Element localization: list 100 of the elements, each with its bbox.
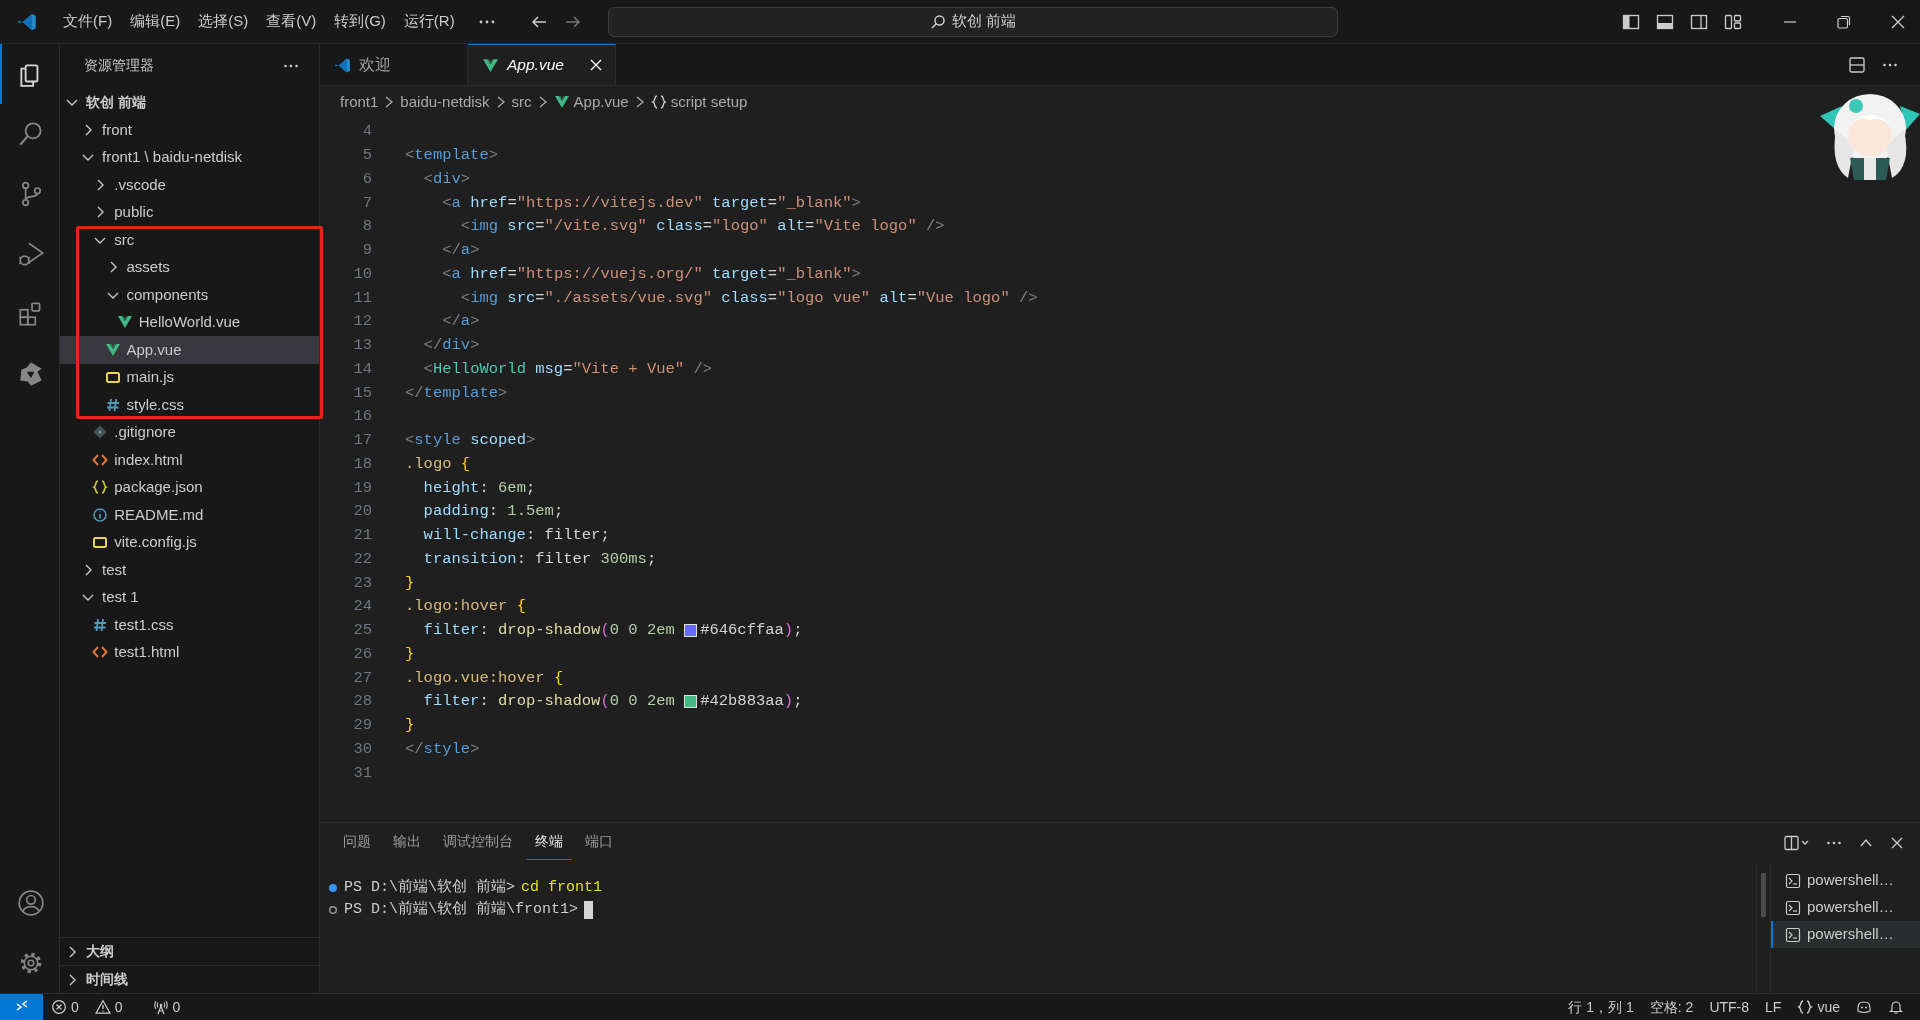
panel-tab[interactable]: 问题 xyxy=(334,826,380,860)
search-field[interactable]: 软创 前端 xyxy=(607,6,1338,37)
section-header[interactable]: 大纲 xyxy=(60,937,319,965)
terminal-prompt: PS D:\前端\软创 前端> xyxy=(344,877,515,898)
tree-item[interactable]: README.md xyxy=(60,501,319,529)
diamond-icon xyxy=(92,424,109,441)
tree-item[interactable]: test1.html xyxy=(60,638,319,666)
panel-tab[interactable]: 输出 xyxy=(384,826,430,860)
breadcrumb-item[interactable]: front1 xyxy=(340,90,379,114)
panel-tab[interactable]: 终端 xyxy=(526,826,572,860)
tree-item[interactable]: vite.config.js xyxy=(60,528,319,556)
grid-layout-icon[interactable] xyxy=(1724,12,1742,31)
line-number: 21 xyxy=(352,525,372,546)
tree-item[interactable]: index.html xyxy=(60,446,319,474)
menu-item[interactable]: 转到(G) xyxy=(325,6,395,37)
breadcrumb-item[interactable]: src xyxy=(511,90,532,114)
menu-item[interactable]: 文件(F) xyxy=(54,6,122,37)
tree-item[interactable]: style.css xyxy=(60,391,319,419)
line-number: 12 xyxy=(352,311,372,333)
status-item[interactable]: vue xyxy=(1789,993,1848,1020)
code-text: #42b883aa); xyxy=(700,691,803,713)
code-text: #646cffaa); xyxy=(700,620,803,641)
code-text: <a href="https://vitejs.dev" target="_blank"> xyxy=(441,192,861,214)
status-item[interactable]: UTF-8 xyxy=(1701,993,1758,1020)
line-number: 19 xyxy=(352,477,372,499)
scrollbar-thumb[interactable] xyxy=(1761,873,1766,917)
account-icon[interactable] xyxy=(15,888,46,918)
tree-item[interactable]: test 1 xyxy=(60,583,319,611)
code-text: } xyxy=(405,572,415,594)
code-text: <img src="./assets/vue.svg" class="logo vue" alt="Vue logo" /> xyxy=(459,287,1038,309)
line-number: 25 xyxy=(352,620,372,641)
split-layout-icon[interactable] xyxy=(1690,12,1708,31)
tree-item[interactable]: App.vue xyxy=(60,336,319,364)
hash-icon xyxy=(104,396,121,413)
line-number: 15 xyxy=(352,382,372,404)
menu-item[interactable]: 运行(R) xyxy=(394,6,464,37)
status-item[interactable]: 空格: 2 xyxy=(1641,993,1702,1020)
braces-icon xyxy=(92,479,109,496)
line-number: 30 xyxy=(352,738,372,760)
panel-layout-icon[interactable] xyxy=(1656,12,1674,31)
js-file-icon xyxy=(104,369,121,386)
vue-file-icon xyxy=(104,341,121,358)
js-file-icon xyxy=(92,534,109,551)
terminal-tab[interactable]: powershell… xyxy=(1771,894,1920,921)
code-text: height: 6em; xyxy=(422,477,536,499)
warning-icon xyxy=(94,999,111,1015)
line-number: 18 xyxy=(352,453,372,475)
tree-item[interactable]: .gitignore xyxy=(60,418,319,446)
tree-item[interactable]: front xyxy=(60,116,319,144)
antenna-icon xyxy=(152,999,169,1015)
menu-item[interactable]: 查看(V) xyxy=(257,6,326,37)
tree-item[interactable]: HelloWorld.vue xyxy=(60,308,319,336)
menu-item[interactable]: 选择(S) xyxy=(189,6,258,37)
line-number: 6 xyxy=(361,168,372,190)
color-swatch-icon[interactable] xyxy=(684,624,698,638)
line-number: 8 xyxy=(361,216,372,238)
line-number: 5 xyxy=(361,145,372,166)
split-terminal-icon[interactable] xyxy=(1784,835,1810,851)
status-item[interactable] xyxy=(0,993,43,1020)
close-icon[interactable] xyxy=(1890,13,1906,30)
status-item[interactable]: 0 xyxy=(86,993,131,1020)
braces-icon xyxy=(650,94,667,110)
section-header[interactable]: 软创 前端 xyxy=(60,88,319,116)
tree-item[interactable]: public xyxy=(60,198,319,226)
line-number: 4 xyxy=(361,121,372,143)
tree-item[interactable]: .vscode xyxy=(60,171,319,199)
color-swatch-icon[interactable] xyxy=(684,695,698,709)
line-number: 23 xyxy=(352,572,372,594)
tree-item[interactable]: test xyxy=(60,556,319,584)
line-number: 16 xyxy=(352,406,372,428)
sidebar-layout-icon[interactable] xyxy=(1622,12,1640,31)
breadcrumb-item[interactable]: script setup xyxy=(650,90,748,114)
status-item[interactable]: 行 1，列 1 xyxy=(1560,993,1642,1020)
tree-item[interactable]: front1 \ baidu-netdisk xyxy=(60,143,319,171)
hash-icon xyxy=(92,616,109,633)
status-item[interactable]: 0 xyxy=(144,993,189,1020)
line-number: 28 xyxy=(352,691,372,713)
breadcrumb-item[interactable]: App.vue xyxy=(553,90,629,114)
terminal-tab[interactable]: powershell… xyxy=(1771,921,1920,948)
copilot-icon xyxy=(1856,999,1872,1015)
line-number: 29 xyxy=(352,715,372,736)
tree-item[interactable]: test1.css xyxy=(60,611,319,639)
tree-item[interactable]: package.json xyxy=(60,473,319,501)
tree-item[interactable]: main.js xyxy=(60,363,319,391)
tree-item[interactable]: components xyxy=(60,281,319,309)
breadcrumb-item[interactable]: baidu-netdisk xyxy=(400,90,490,114)
editor-tab[interactable]: App.vue xyxy=(468,44,616,85)
menu-item[interactable]: 编辑(E) xyxy=(121,6,190,37)
panel-tab[interactable]: 调试控制台 xyxy=(434,826,522,860)
status-item[interactable]: 0 xyxy=(43,993,87,1020)
code-text: } xyxy=(405,715,415,736)
restore-icon[interactable] xyxy=(1836,13,1852,30)
close-icon[interactable] xyxy=(1890,836,1904,850)
status-item[interactable]: LF xyxy=(1757,993,1790,1020)
panel-tab[interactable]: 端口 xyxy=(576,826,622,860)
terminal-tab[interactable]: powershell… xyxy=(1771,867,1920,894)
tree-item[interactable]: assets xyxy=(60,253,319,281)
line-number: 13 xyxy=(352,335,372,356)
split-editor-icon[interactable] xyxy=(1848,55,1866,74)
tree-item[interactable]: src xyxy=(60,226,319,254)
